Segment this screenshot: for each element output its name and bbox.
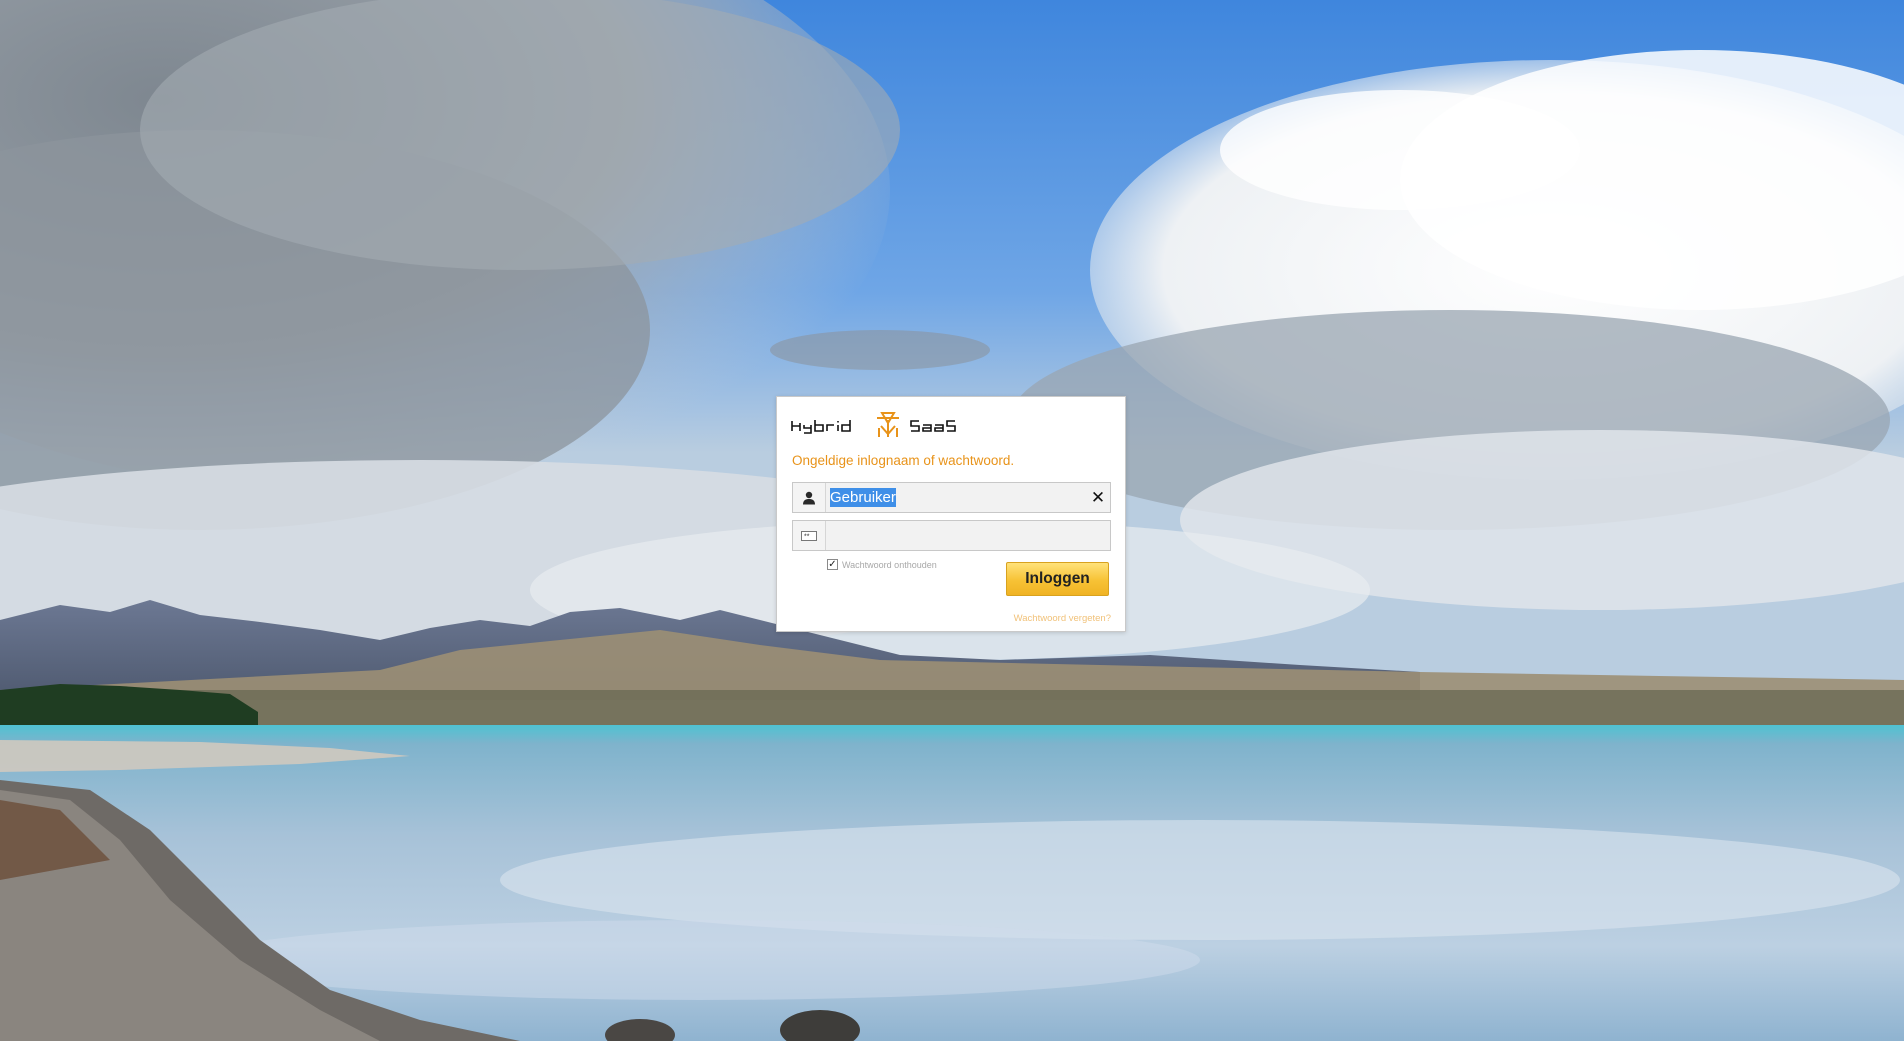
remember-checkbox[interactable]: ✓ [827, 559, 838, 570]
remember-me[interactable]: ✓ Wachtwoord onthouden [827, 559, 937, 570]
username-value: Gebruiker [830, 488, 896, 507]
forgot-password-link[interactable]: Wachtwoord vergeten? [1014, 613, 1111, 624]
hybrid-saas-emblem-icon [877, 412, 899, 437]
login-dialog: Ongeldige inlognaam of wachtwoord. Gebru… [776, 396, 1126, 632]
user-icon [793, 483, 826, 512]
remember-label: Wachtwoord onthouden [842, 559, 937, 570]
error-message: Ongeldige inlognaam of wachtwoord. [792, 453, 1015, 468]
brand-logo [791, 409, 971, 441]
svg-text:**: ** [804, 533, 810, 540]
password-field: ** [792, 520, 1111, 551]
password-input[interactable] [826, 521, 1110, 550]
close-icon[interactable]: ✕ [1086, 483, 1110, 512]
password-icon: ** [793, 521, 826, 550]
username-field: Gebruiker ✕ [792, 482, 1111, 513]
username-input[interactable]: Gebruiker [826, 483, 1086, 512]
login-button[interactable]: Inloggen [1006, 562, 1109, 596]
